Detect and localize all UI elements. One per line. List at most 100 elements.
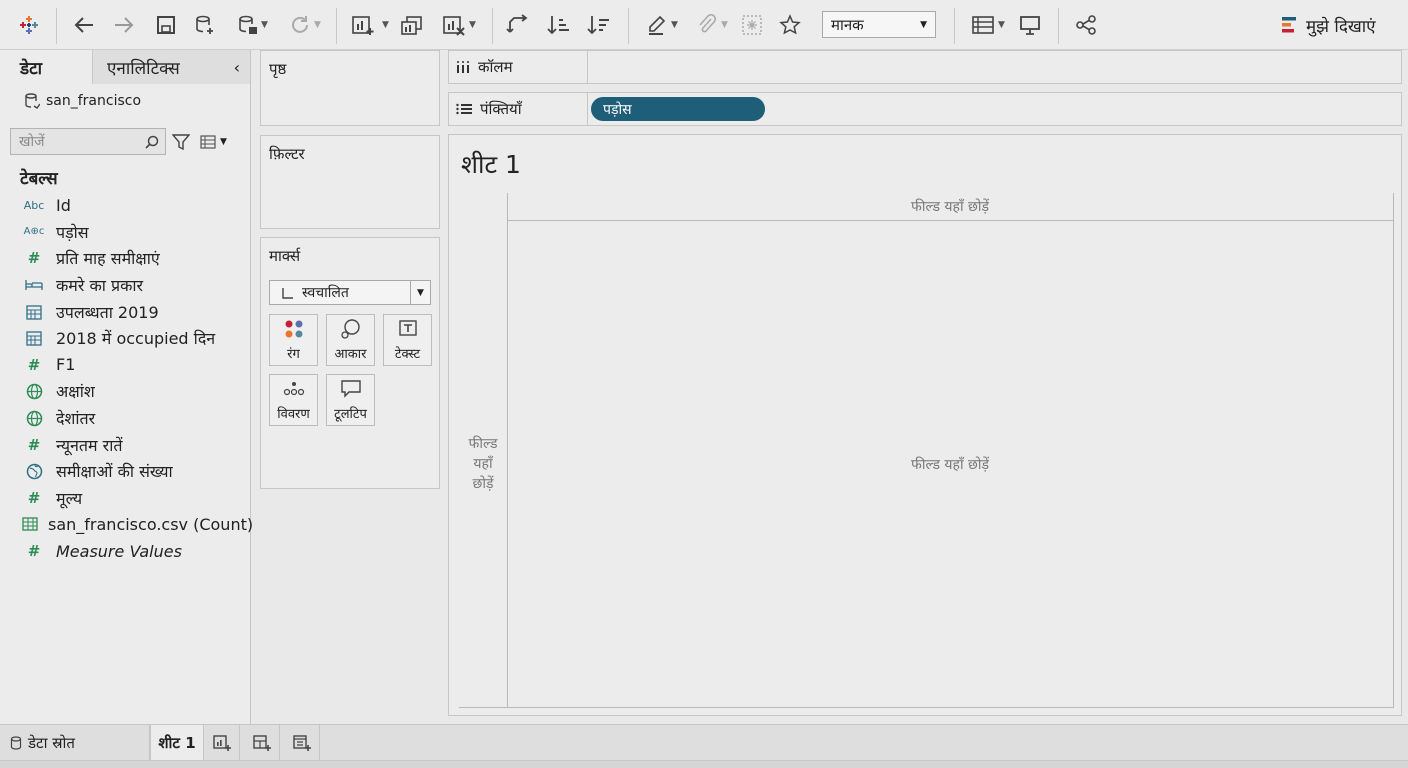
swap-rows-columns-icon[interactable]: [504, 10, 532, 40]
field-item[interactable]: Abc Id: [0, 192, 250, 219]
color-button[interactable]: रंग: [269, 314, 318, 366]
collapse-pane-icon[interactable]: ‹: [234, 58, 240, 77]
share-icon[interactable]: [1072, 10, 1100, 40]
show-cards-icon[interactable]: ▼: [966, 10, 1010, 40]
chevron-down-icon: ▼: [220, 136, 227, 147]
filter-icon[interactable]: [172, 133, 190, 151]
field-label: प्रति माह समीक्षाएं: [56, 249, 160, 269]
fit-select-value: मानक: [831, 15, 864, 34]
field-item[interactable]: # Measure Values: [0, 538, 250, 565]
clear-sheet-icon[interactable]: ▼: [436, 10, 482, 40]
column-drop-target[interactable]: फील्ड यहाँ छोड़ें: [507, 193, 1393, 221]
geo-string-type-icon: A⊕c: [23, 226, 45, 238]
rows-pill[interactable]: पड़ोस: [591, 97, 765, 121]
globe-icon: [22, 463, 46, 480]
text-label: टेक्स्ट: [394, 347, 421, 362]
database-icon: [25, 93, 40, 109]
group-members-icon[interactable]: ▼: [690, 10, 734, 40]
highlight-icon[interactable]: ▼: [640, 10, 684, 40]
field-label: 2018 में occupied दिन: [56, 329, 216, 349]
show-me-button[interactable]: मुझे दिखाएं: [1282, 10, 1376, 40]
mark-type-select[interactable]: स्वचालित ▼: [269, 280, 431, 305]
new-dashboard-tab-icon[interactable]: [244, 725, 280, 761]
number-type-icon: #: [27, 249, 41, 268]
duplicate-sheet-icon[interactable]: [398, 10, 426, 40]
field-item[interactable]: # F1: [0, 352, 250, 379]
view-drop-hint: फील्ड यहाँ छोड़ें: [911, 456, 989, 473]
sort-ascending-icon[interactable]: [544, 10, 572, 40]
datasource-item[interactable]: san_francisco: [0, 84, 250, 118]
rows-drop-zone[interactable]: पड़ोस: [588, 93, 1401, 125]
columns-drop-zone[interactable]: [588, 51, 1401, 83]
row-drop-target[interactable]: फील्ड यहाँ छोड़ें: [459, 221, 507, 707]
datasource-tab-label: डेटा स्रोत: [28, 734, 75, 752]
detail-icon: [283, 382, 304, 396]
string-type-icon: Abc: [23, 198, 45, 212]
field-item[interactable]: उपलब्धता 2019: [0, 298, 250, 325]
forward-icon[interactable]: [110, 10, 138, 40]
save-icon[interactable]: [152, 10, 180, 40]
new-datasource-icon[interactable]: [190, 10, 220, 40]
field-item[interactable]: देशांतर: [0, 405, 250, 432]
datasource-name: san_francisco: [46, 93, 142, 109]
field-item[interactable]: # न्यूनतम रातें: [0, 431, 250, 458]
presentation-mode-icon[interactable]: [1016, 10, 1044, 40]
row-drop-hint-line: यहाँ: [473, 456, 493, 472]
sheet-title[interactable]: शीट 1: [461, 147, 521, 181]
number-type-icon: #: [27, 435, 41, 454]
field-label: Measure Values: [56, 541, 182, 561]
new-worksheet-tab-icon[interactable]: [204, 725, 240, 761]
refresh-icon[interactable]: ▼: [284, 10, 326, 40]
pause-updates-icon[interactable]: ▼: [230, 10, 276, 40]
datasource-tab[interactable]: डेटा स्रोत: [0, 725, 150, 761]
column-drop-hint: फील्ड यहाँ छोड़ें: [911, 199, 989, 215]
field-label: पड़ोस: [56, 222, 89, 242]
text-button[interactable]: टेक्स्ट: [383, 314, 432, 366]
field-item[interactable]: 2018 में occupied दिन: [0, 325, 250, 352]
field-item[interactable]: समीक्षाओं की संख्या: [0, 458, 250, 485]
sheet-tab[interactable]: शीट 1: [150, 725, 204, 761]
new-worksheet-dropdown-icon[interactable]: ▼: [382, 20, 389, 30]
sort-descending-icon[interactable]: [584, 10, 612, 40]
field-label: समीक्षाओं की संख्या: [56, 462, 173, 482]
sheet-tab-bar: डेटा स्रोत शीट 1: [0, 724, 1408, 761]
show-mark-labels-icon[interactable]: [738, 10, 766, 40]
search-placeholder: खोजें: [19, 134, 45, 150]
row-drop-hint-line: फील्ड: [468, 436, 498, 452]
globe-icon: [22, 383, 46, 400]
list-view-icon: [200, 134, 216, 149]
back-icon[interactable]: [70, 10, 98, 40]
fix-axes-icon[interactable]: [776, 10, 804, 40]
new-story-tab-icon[interactable]: [284, 725, 320, 761]
tooltip-label: टूलटिप: [334, 407, 367, 422]
detail-button[interactable]: विवरण: [269, 374, 318, 426]
pages-card[interactable]: पृष्ठ: [260, 50, 440, 126]
field-item[interactable]: कमरे का प्रकार: [0, 272, 250, 299]
new-worksheet-icon[interactable]: [348, 10, 378, 40]
tab-analytics[interactable]: एनालिटिक्स ‹: [92, 50, 250, 84]
fit-select[interactable]: मानक ▼: [822, 11, 936, 38]
field-label: F1: [56, 355, 76, 375]
search-input[interactable]: खोजें: [10, 128, 166, 155]
size-button[interactable]: आकार: [326, 314, 375, 366]
filters-card[interactable]: फ़िल्टर: [260, 135, 440, 229]
pages-card-title: पृष्ठ: [269, 60, 287, 78]
size-label: आकार: [334, 347, 367, 362]
globe-icon: [22, 410, 46, 427]
view-drop-target[interactable]: फील्ड यहाँ छोड़ें: [507, 221, 1393, 707]
field-item[interactable]: A⊕c पड़ोस: [0, 219, 250, 246]
tableau-logo-icon[interactable]: [14, 10, 44, 40]
field-label: देशांतर: [56, 409, 96, 429]
chevron-down-icon: ▼: [920, 19, 927, 30]
field-item[interactable]: san_francisco.csv (Count): [0, 511, 253, 538]
tooltip-button[interactable]: टूलटिप: [326, 374, 375, 426]
columns-shelf: कॉलम: [448, 50, 1402, 84]
automatic-mark-icon: [282, 287, 293, 299]
field-item[interactable]: अक्षांश: [0, 378, 250, 405]
chevron-down-icon: ▼: [410, 281, 430, 304]
field-item[interactable]: # प्रति माह समीक्षाएं: [0, 245, 250, 272]
tab-data[interactable]: डेटा: [0, 50, 92, 84]
field-label: उपलब्धता 2019: [56, 302, 159, 322]
field-item[interactable]: # मूल्य: [0, 485, 250, 512]
view-options-button[interactable]: ▼: [200, 134, 227, 149]
